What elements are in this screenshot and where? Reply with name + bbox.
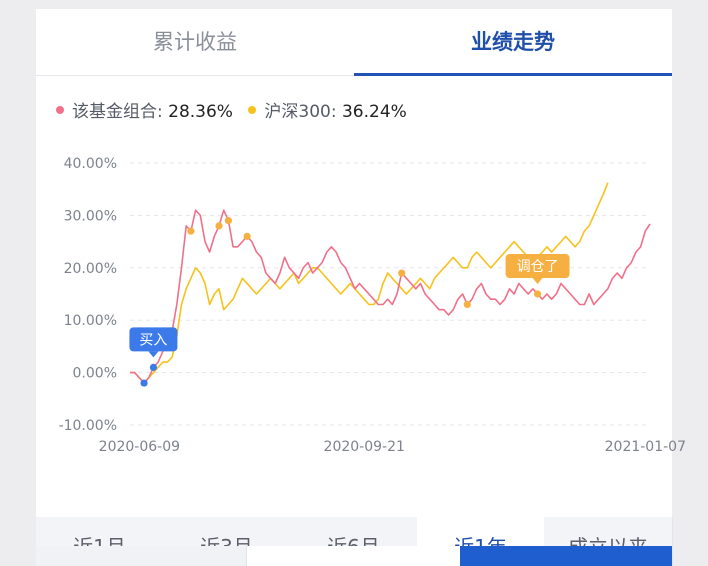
bottom-bar-middle-panel [246,546,461,566]
rebalance-marker [243,232,251,240]
annotation-pointer [148,351,159,358]
bottom-action-bar [36,546,672,566]
y-tick-label: 20.00% [64,261,117,277]
annotation-label: 买入 [139,332,167,348]
y-tick-label: 0.00% [73,366,117,382]
y-tick-label: 40.00% [64,156,117,172]
annotation-pointer [532,278,543,284]
bottom-bar-left-panel [36,546,246,566]
x-tick-label: 2020-09-21 [324,439,405,455]
x-tick-label: 2021-01-07 [605,439,686,455]
buy-marker [149,363,158,371]
rebalance-marker [215,222,223,230]
x-tick-label: 2020-06-09 [99,439,180,455]
rebalance-marker [398,269,406,277]
series-line-hs300 [130,182,609,384]
y-tick-label: 10.00% [64,313,117,329]
rebalance-marker [187,227,195,235]
annotation-label: 调仓了 [517,259,559,275]
buy-marker [140,379,148,387]
rebalance-marker [463,300,471,309]
rebalance-marker [533,290,542,298]
y-tick-label: 30.00% [64,208,117,224]
performance-line-chart: 40.00% 30.00% 20.00% 10.00% 0.00% -10.00% 2020… [59,156,686,455]
performance-card: 累计收益 业绩走势 该基金组合: 28.36% 沪深300: 36.24% 40… [36,9,686,566]
bottom-primary-button[interactable] [460,546,672,566]
rebalance-marker [224,217,232,225]
y-tick-label: -10.00% [59,418,117,434]
